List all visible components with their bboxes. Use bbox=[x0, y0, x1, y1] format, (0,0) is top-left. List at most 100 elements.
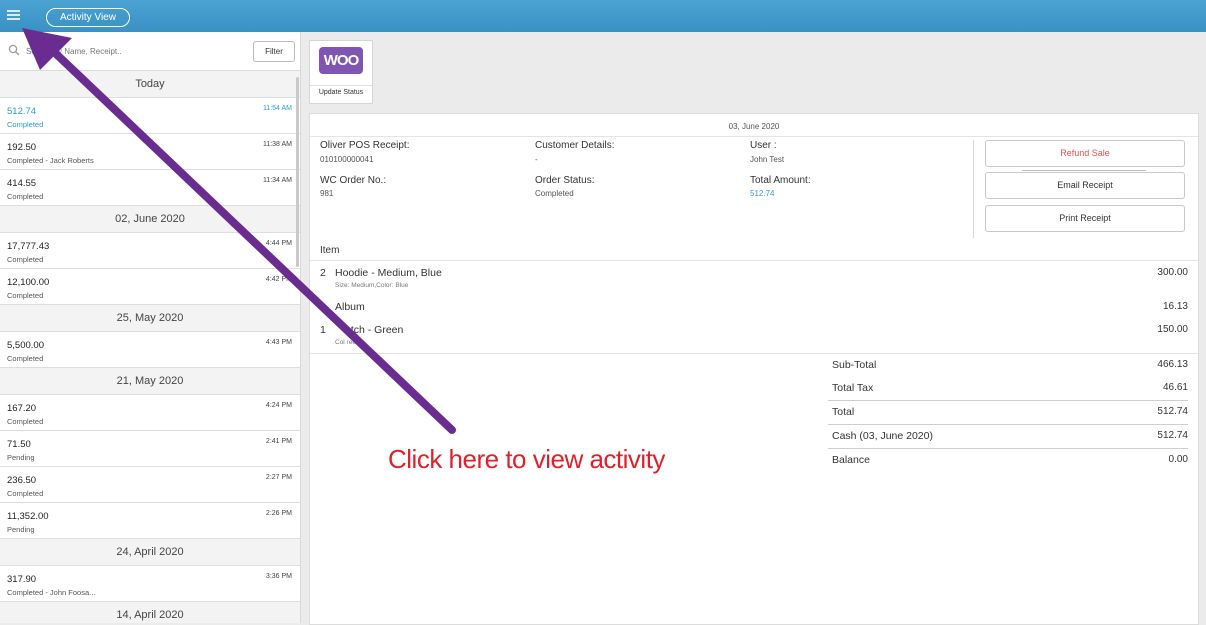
total-label: Total bbox=[832, 406, 855, 418]
customer-details-label: Customer Details: bbox=[535, 140, 615, 151]
activity-amount: 414.55 bbox=[7, 178, 37, 189]
divider bbox=[828, 448, 1188, 449]
scrollbar[interactable] bbox=[296, 77, 299, 267]
total-tax-value: 46.61 bbox=[1162, 382, 1188, 393]
activity-status: Pending bbox=[7, 525, 35, 534]
date-group-header: 24, April 2020 bbox=[0, 539, 300, 566]
activity-status: Completed - Jack Roberts bbox=[7, 156, 94, 165]
search-input[interactable] bbox=[24, 42, 228, 60]
activity-entry[interactable]: 71.50 Pending 2:41 PM bbox=[0, 431, 300, 467]
print-receipt-button[interactable]: Print Receipt bbox=[985, 205, 1185, 232]
email-receipt-button[interactable]: Email Receipt bbox=[985, 172, 1185, 199]
balance-label: Balance bbox=[832, 454, 870, 466]
item-meta: Col reen bbox=[335, 339, 360, 346]
subtotal-label: Sub-Total bbox=[832, 359, 877, 371]
activity-entry[interactable]: 236.50 Completed 2:27 PM bbox=[0, 467, 300, 503]
receipt-date: 03, June 2020 bbox=[728, 122, 780, 131]
activity-entry[interactable]: 414.55 Completed 11:34 AM bbox=[0, 170, 300, 206]
customer-details-value: - bbox=[535, 155, 538, 164]
total-value: 512.74 bbox=[1157, 406, 1188, 417]
activity-amount: 236.50 bbox=[7, 475, 37, 486]
activity-time: 4:44 PM bbox=[265, 240, 292, 247]
total-tax-label: Total Tax bbox=[832, 382, 874, 394]
activity-status: Completed bbox=[7, 417, 44, 426]
activity-entry[interactable]: 317.90 Completed - John Foosa... 3:36 PM bbox=[0, 566, 300, 602]
total-amount-value: 512.74 bbox=[750, 189, 775, 198]
activity-status: Completed bbox=[7, 192, 44, 201]
receipt-panel: 03, June 2020 Oliver POS Receipt: 010100… bbox=[309, 113, 1199, 625]
hamburger-menu-icon[interactable] bbox=[7, 10, 20, 22]
activity-time: 11:34 AM bbox=[262, 177, 292, 184]
refund-sale-button[interactable]: Refund Sale bbox=[985, 140, 1185, 167]
activity-entry[interactable]: 512.74 Completed 11:54 AM bbox=[0, 98, 300, 134]
vertical-divider bbox=[973, 140, 974, 238]
divider bbox=[310, 136, 1198, 137]
activity-time: 11:38 AM bbox=[262, 141, 292, 148]
activity-entry[interactable]: 167.20 Completed 4:24 PM bbox=[0, 395, 300, 431]
order-status-value: Completed bbox=[535, 189, 574, 198]
user-label: User : bbox=[750, 140, 777, 151]
activity-status: Completed bbox=[7, 291, 44, 300]
balance-value: 0.00 bbox=[1168, 454, 1188, 465]
pos-receipt-value: 010100000041 bbox=[320, 155, 374, 164]
filter-button[interactable]: Filter bbox=[253, 41, 295, 62]
activity-amount: 512.74 bbox=[7, 106, 37, 117]
user-value: John Test bbox=[750, 155, 785, 164]
wc-order-value: 981 bbox=[320, 189, 334, 198]
activity-time: 4:43 PM bbox=[265, 339, 292, 346]
divider bbox=[310, 353, 1198, 354]
wc-order-label: WC Order No.: bbox=[320, 175, 387, 186]
activity-entry[interactable]: 12,100.00 Completed 4:42 PM bbox=[0, 269, 300, 305]
activity-entry[interactable]: 11,352.00 Pending 2:26 PM bbox=[0, 503, 300, 539]
activity-amount: 167.20 bbox=[7, 403, 37, 414]
total-amount-label: Total Amount: bbox=[750, 175, 811, 186]
top-bar: Activity View bbox=[0, 0, 1206, 32]
date-group-header: 14, April 2020 bbox=[0, 602, 300, 623]
activity-status: Pending bbox=[7, 453, 35, 462]
activity-amount: 71.50 bbox=[7, 439, 31, 450]
activity-list-panel: Filter Today 512.74 Completed 11:54 AM 192.5… bbox=[0, 32, 301, 623]
activity-amount: 317.90 bbox=[7, 574, 37, 585]
order-status-label: Order Status: bbox=[535, 175, 595, 186]
divider bbox=[1022, 170, 1146, 171]
activity-status: Completed bbox=[7, 489, 44, 498]
item-meta: Size: Medium,Color: Blue bbox=[335, 282, 409, 289]
date-group-header: 25, May 2020 bbox=[0, 305, 300, 332]
activity-view-button[interactable]: Activity View bbox=[46, 8, 130, 27]
activity-time: 2:41 PM bbox=[265, 438, 292, 445]
item-qty: 1 bbox=[320, 324, 326, 336]
activity-list: Today 512.74 Completed 11:54 AM 192.50 Comple… bbox=[0, 71, 300, 623]
activity-time: 2:26 PM bbox=[265, 510, 292, 517]
date-group-header: 02, June 2020 bbox=[0, 206, 300, 233]
activity-amount: 17,777.43 bbox=[7, 241, 50, 252]
activity-status: Completed - John Foosa... bbox=[7, 588, 96, 597]
date-group-header: 21, May 2020 bbox=[0, 368, 300, 395]
cash-payment-label: Cash (03, June 2020) bbox=[832, 430, 933, 442]
activity-amount: 12,100.00 bbox=[7, 277, 50, 288]
activity-entry[interactable]: 5,500.00 Completed 4:43 PM bbox=[0, 332, 300, 368]
activity-time: 4:42 PM bbox=[265, 276, 292, 283]
search-icon bbox=[8, 44, 20, 56]
date-group-header: Today bbox=[0, 71, 300, 98]
activity-amount: 11,352.00 bbox=[7, 511, 49, 522]
activity-status: Completed bbox=[7, 120, 44, 129]
item-price: 300.00 bbox=[1157, 267, 1188, 278]
activity-time: 4:24 PM bbox=[265, 402, 292, 409]
activity-time: 3:36 PM bbox=[265, 573, 292, 580]
item-name: atch - Green bbox=[345, 324, 404, 336]
divider bbox=[828, 400, 1188, 401]
woocommerce-card[interactable]: WOO Update Status bbox=[309, 40, 373, 104]
search-bar: Filter bbox=[0, 32, 300, 71]
pos-receipt-label: Oliver POS Receipt: bbox=[320, 140, 410, 151]
item-name: Album bbox=[335, 301, 365, 313]
item-price: 16.13 bbox=[1162, 301, 1188, 312]
activity-status: Completed bbox=[7, 354, 44, 363]
activity-amount: 192.50 bbox=[7, 142, 37, 153]
subtotal-value: 466.13 bbox=[1157, 359, 1188, 370]
activity-time: 11:54 AM bbox=[262, 105, 292, 112]
update-status-label: Update Status bbox=[310, 85, 372, 96]
divider bbox=[828, 424, 1188, 425]
activity-time: 2:27 PM bbox=[265, 474, 292, 481]
activity-entry[interactable]: 17,777.43 Completed 4:44 PM bbox=[0, 233, 300, 269]
activity-entry[interactable]: 192.50 Completed - Jack Roberts 11:38 AM bbox=[0, 134, 300, 170]
